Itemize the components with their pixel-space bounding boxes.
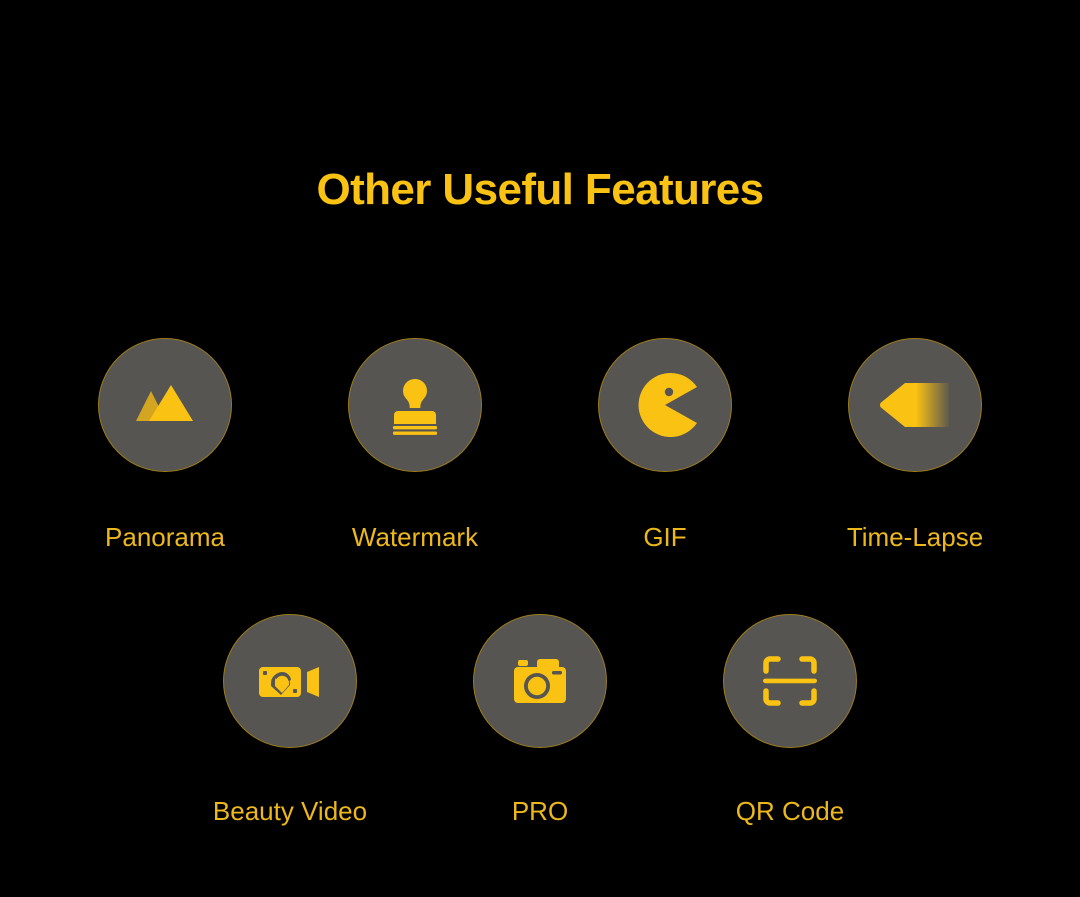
feature-item-beauty-video[interactable]: Beauty Video xyxy=(165,614,415,826)
feature-label-beauty-video: Beauty Video xyxy=(212,796,368,826)
icon-circle-beauty-video[interactable] xyxy=(223,614,357,748)
feature-label-time-lapse: Time-Lapse xyxy=(846,522,984,552)
feature-label-pro: PRO xyxy=(511,796,569,826)
feature-item-gif[interactable]: GIF xyxy=(540,338,790,552)
feature-row-1: Panorama Watermark GIF Time-Lapse xyxy=(0,338,1080,552)
qr-scan-frame-icon xyxy=(754,645,826,717)
stamp-icon xyxy=(379,369,451,441)
camera-icon xyxy=(504,645,576,717)
fast-rewind-arrow-icon xyxy=(875,369,955,441)
pacman-icon xyxy=(629,369,701,441)
page-title: Other Useful Features xyxy=(316,165,764,214)
icon-circle-gif[interactable] xyxy=(598,338,732,472)
feature-label-watermark: Watermark xyxy=(351,522,479,552)
feature-item-watermark[interactable]: Watermark xyxy=(290,338,540,552)
feature-item-pro[interactable]: PRO xyxy=(415,614,665,826)
icon-circle-watermark[interactable] xyxy=(348,338,482,472)
icon-circle-panorama[interactable] xyxy=(98,338,232,472)
video-camera-face-icon xyxy=(253,645,327,717)
feature-item-panorama[interactable]: Panorama xyxy=(40,338,290,552)
icon-circle-time-lapse[interactable] xyxy=(848,338,982,472)
feature-label-qr-code: QR Code xyxy=(735,796,845,826)
slide-root: Other Useful Features Panorama Watermark… xyxy=(0,0,1080,897)
feature-item-time-lapse[interactable]: Time-Lapse xyxy=(790,338,1040,552)
icon-circle-pro[interactable] xyxy=(473,614,607,748)
icon-circle-qr-code[interactable] xyxy=(723,614,857,748)
mountains-icon xyxy=(129,369,201,441)
feature-label-panorama: Panorama xyxy=(105,522,225,552)
feature-item-qr-code[interactable]: QR Code xyxy=(665,614,915,826)
feature-row-2: Beauty Video PRO QR Code xyxy=(0,614,1080,826)
feature-label-gif: GIF xyxy=(643,522,687,552)
